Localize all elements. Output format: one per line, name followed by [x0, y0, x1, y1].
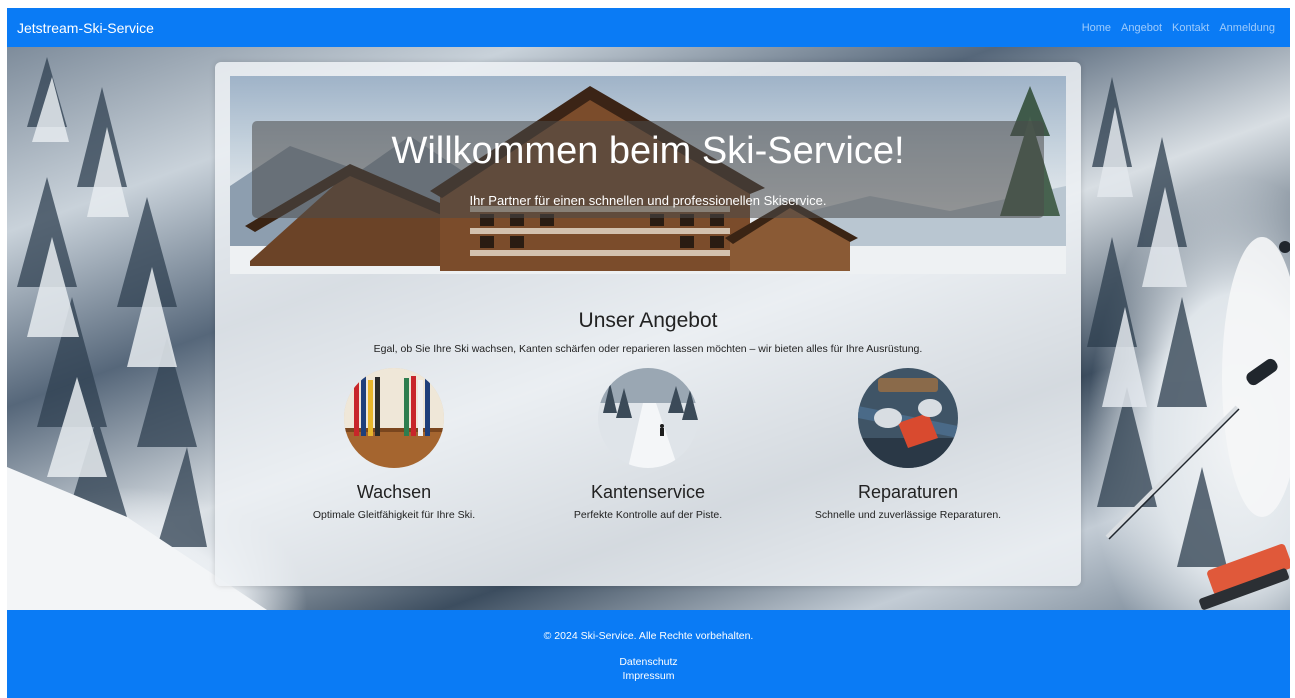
ski-repair-image — [858, 368, 958, 468]
nav-link-home[interactable]: Home — [1082, 22, 1111, 34]
service-wachsen: Wachsen Optimale Gleitfähigkeit für Ihre… — [264, 368, 524, 521]
brand-link[interactable]: Jetstream-Ski-Service — [17, 20, 154, 36]
copyright-text: © 2024 Ski-Service. Alle Rechte vorbehal… — [543, 630, 754, 642]
hero-subtitle: Ihr Partner für einen schnellen und prof… — [469, 193, 827, 208]
footer-link-datenschutz[interactable]: Datenschutz — [619, 656, 677, 668]
navbar: Jetstream-Ski-Service Home Angebot Konta… — [7, 8, 1290, 47]
footer: © 2024 Ski-Service. Alle Rechte vorbehal… — [7, 610, 1290, 698]
service-kantenservice: Kantenservice Perfekte Kontrolle auf der… — [518, 368, 778, 521]
ski-slope-image — [598, 368, 698, 468]
content-card: Willkommen beim Ski-Service! Ihr Partner… — [215, 62, 1081, 586]
hero-overlay: Willkommen beim Ski-Service! Ihr Partner… — [252, 121, 1044, 218]
service-title: Reparaturen — [857, 482, 959, 502]
footer-link-impressum[interactable]: Impressum — [623, 670, 675, 682]
service-title: Kantenservice — [590, 482, 706, 502]
offer-subtitle: Egal, ob Sie Ihre Ski wachsen, Kanten sc… — [373, 343, 923, 355]
nav-link-kontakt[interactable]: Kontakt — [1172, 22, 1209, 34]
hero-title: Willkommen beim Ski-Service! — [391, 130, 905, 172]
service-reparaturen: Reparaturen Schnelle und zuverlässige Re… — [778, 368, 1038, 521]
nav-link-angebot[interactable]: Angebot — [1121, 22, 1162, 34]
ski-rack-image — [344, 368, 444, 468]
footer-links: Datenschutz Impressum — [7, 656, 1290, 682]
nav-link-anmeldung[interactable]: Anmeldung — [1219, 22, 1275, 34]
service-title: Wachsen — [356, 482, 432, 502]
nav-links: Home Angebot Kontakt Anmeldung — [1082, 22, 1275, 34]
service-description: Optimale Gleitfähigkeit für Ihre Ski. — [312, 509, 476, 521]
offer-title: Unser Angebot — [578, 309, 718, 332]
service-description: Schnelle und zuverlässige Reparaturen. — [814, 509, 1002, 521]
service-description: Perfekte Kontrolle auf der Piste. — [573, 509, 723, 521]
page: Jetstream-Ski-Service Home Angebot Konta… — [7, 8, 1290, 698]
hero-banner: Willkommen beim Ski-Service! Ihr Partner… — [230, 76, 1066, 274]
